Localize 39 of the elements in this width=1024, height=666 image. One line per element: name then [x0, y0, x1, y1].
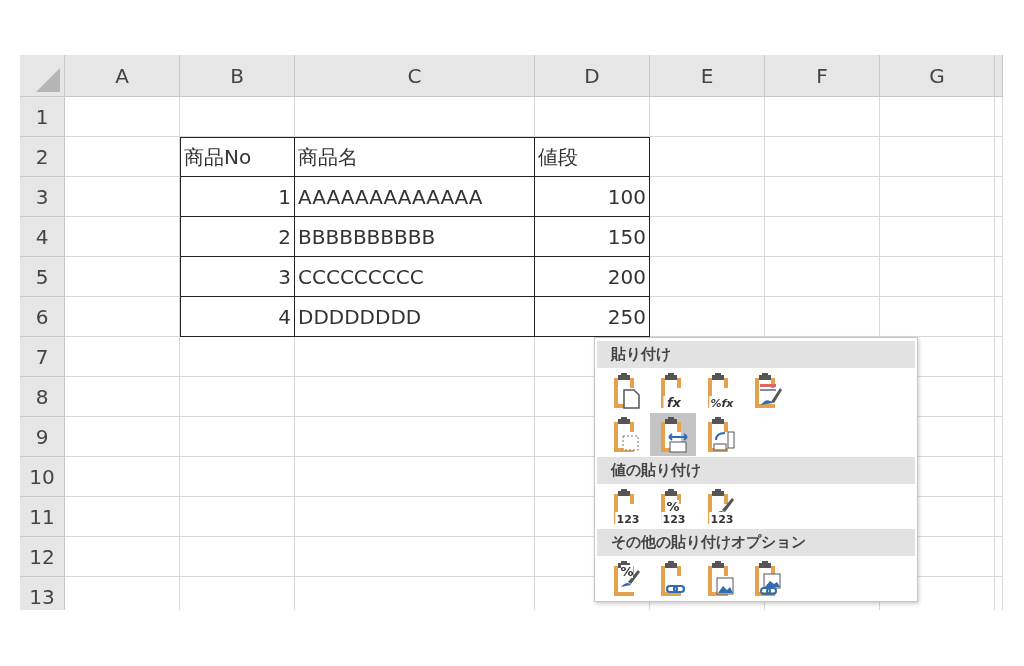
row-header[interactable]: 12: [20, 537, 65, 577]
section-header: その他の貼り付けオプション: [597, 529, 915, 556]
table-cell: 値段: [535, 137, 650, 177]
table-cell: BBBBBBBBBB: [295, 217, 535, 257]
row-header[interactable]: 2: [20, 137, 65, 177]
column-header[interactable]: F: [765, 55, 880, 97]
table-cell: 200: [535, 257, 650, 297]
row-header[interactable]: 8: [20, 377, 65, 417]
row-header[interactable]: 4: [20, 217, 65, 257]
table-cell: 3: [180, 257, 295, 297]
table-cell: DDDDDDDD: [295, 297, 535, 337]
column-header[interactable]: E: [650, 55, 765, 97]
row-header[interactable]: 9: [20, 417, 65, 457]
row-header[interactable]: 1: [20, 97, 65, 137]
row-header[interactable]: 7: [20, 337, 65, 377]
table-cell: 商品名: [295, 137, 535, 177]
table-cell: 100: [535, 177, 650, 217]
column-header[interactable]: A: [65, 55, 180, 97]
row-header[interactable]: 5: [20, 257, 65, 297]
table-cell: 2: [180, 217, 295, 257]
row-header[interactable]: 10: [20, 457, 65, 497]
table-cell: AAAAAAAAAAAAA: [295, 177, 535, 217]
column-header[interactable]: B: [180, 55, 295, 97]
row-header[interactable]: 6: [20, 297, 65, 337]
table-cell: 150: [535, 217, 650, 257]
column-header[interactable]: G: [880, 55, 995, 97]
column-header[interactable]: D: [535, 55, 650, 97]
section-header: 貼り付け: [597, 341, 915, 368]
table-cell: CCCCCCCCC: [295, 257, 535, 297]
row-header[interactable]: 3: [20, 177, 65, 217]
table-cell: 商品No: [180, 137, 295, 177]
table-cell: 1: [180, 177, 295, 217]
row-header[interactable]: 11: [20, 497, 65, 537]
column-header[interactable]: C: [295, 55, 535, 97]
paste-option-button[interactable]: [650, 413, 696, 456]
section-header: 値の貼り付け: [597, 457, 915, 484]
corner-triangle-icon: [36, 68, 60, 92]
row-header[interactable]: 13: [20, 577, 65, 610]
table-cell: 4: [180, 297, 295, 337]
